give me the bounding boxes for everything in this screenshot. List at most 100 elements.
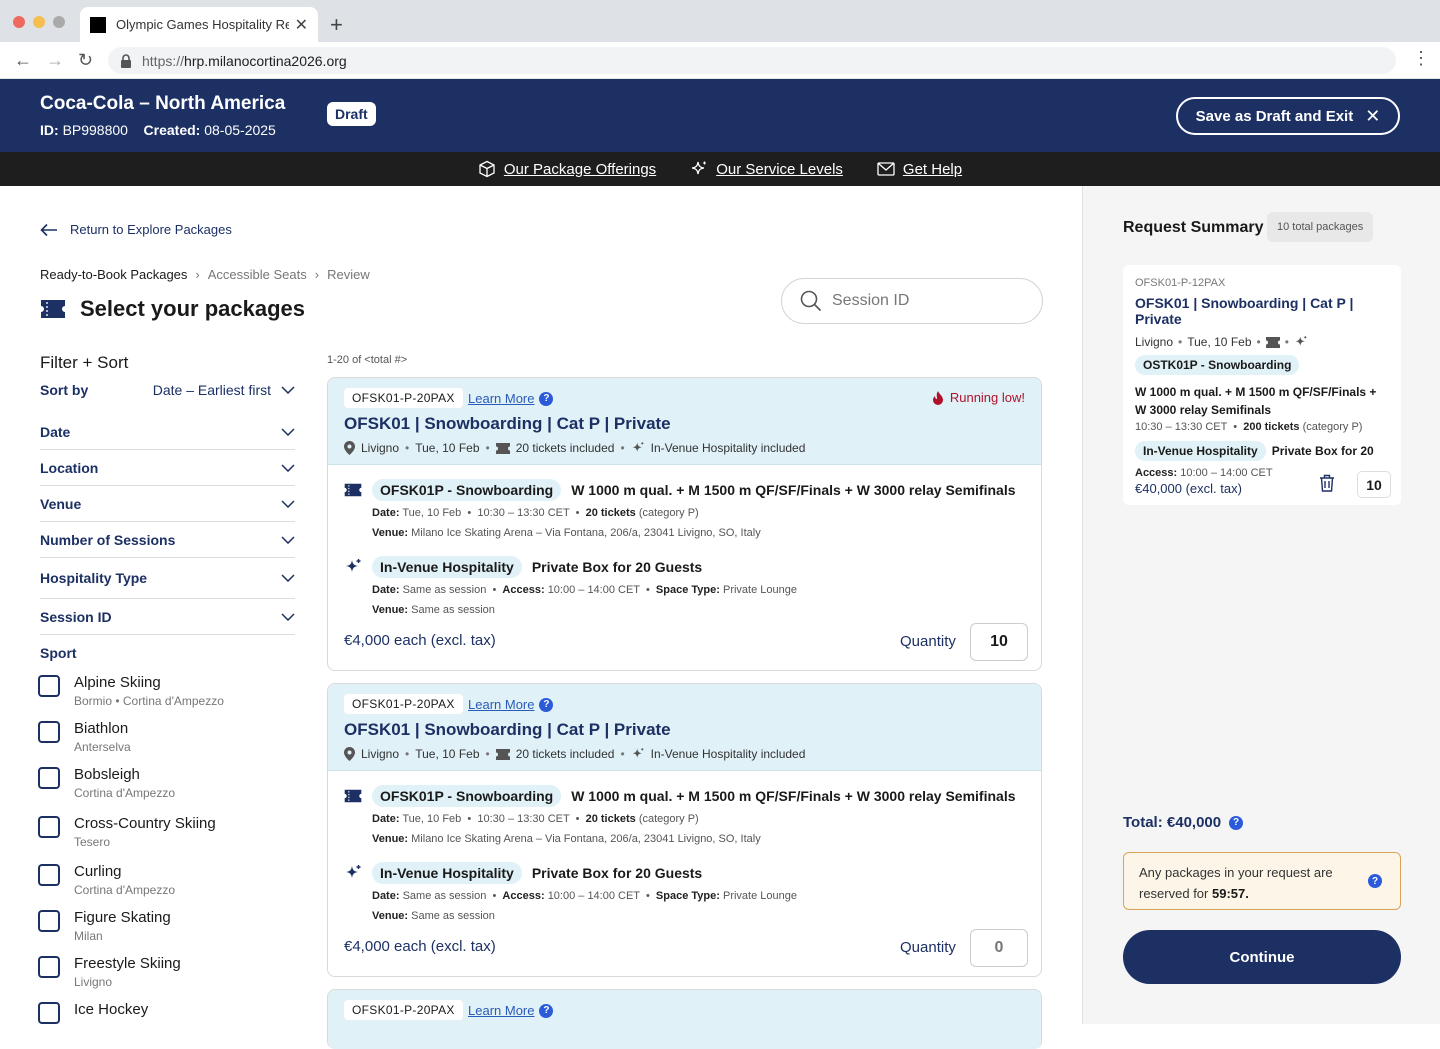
learn-more-link[interactable]: Learn More? bbox=[468, 697, 554, 712]
summary-category: (category P) bbox=[1302, 421, 1363, 433]
url-field[interactable]: https:// hrp.milanocortina2026.org bbox=[108, 47, 1396, 74]
nav-service-levels[interactable]: Our Service Levels bbox=[690, 160, 843, 178]
summary-item-title: OFSK01 | Snowboarding | Cat P | Private bbox=[1135, 295, 1354, 327]
sport-option[interactable]: Alpine Skiing Bormio • Cortina d'Ampezzo bbox=[38, 674, 224, 708]
search-input[interactable]: Session ID bbox=[781, 278, 1043, 324]
help-icon[interactable]: ? bbox=[1368, 874, 1382, 888]
help-icon[interactable]: ? bbox=[1229, 815, 1244, 830]
hospitality-details: Date: Same as session • Access: 10:00 – … bbox=[372, 584, 797, 596]
minimize-window-icon[interactable] bbox=[33, 16, 45, 28]
save-draft-exit-button[interactable]: Save as Draft and Exit ✕ bbox=[1176, 97, 1400, 135]
sport-option[interactable]: Figure Skating Milan bbox=[38, 909, 171, 943]
breadcrumb-item[interactable]: Review bbox=[327, 267, 370, 282]
hospitality-description: Private Box for 20 Guests bbox=[531, 559, 703, 575]
forward-arrow-icon[interactable]: → bbox=[46, 50, 64, 71]
flame-icon bbox=[932, 390, 943, 405]
chevron-down-icon bbox=[281, 386, 295, 394]
sort-label: Sort by bbox=[40, 382, 89, 398]
sport-option[interactable]: Ice Hockey bbox=[38, 1001, 148, 1024]
checkbox[interactable] bbox=[38, 816, 60, 838]
session-pill: OFSK01P - Snowboarding bbox=[372, 785, 562, 807]
nav-package-offerings[interactable]: Our Package Offerings bbox=[478, 160, 656, 178]
new-tab-icon[interactable]: + bbox=[330, 12, 343, 38]
sport-option[interactable]: Bobsleigh Cortina d'Ampezzo bbox=[38, 766, 175, 800]
page-title-text: Select your packages bbox=[80, 296, 306, 321]
venue-value: Milano Ice Skating Arena – Via Fontana, … bbox=[411, 527, 761, 539]
hospitality-pill: In-Venue Hospitality bbox=[372, 862, 522, 884]
total-packages-badge: 10 total packages bbox=[1267, 212, 1374, 242]
box-icon bbox=[479, 160, 495, 178]
nav-get-help[interactable]: Get Help bbox=[877, 161, 962, 178]
hospitality-date: Same as session bbox=[402, 890, 487, 902]
session-description: W 1000 m qual. + M 1500 m QF/SF/Finals +… bbox=[571, 788, 1016, 804]
back-arrow-icon[interactable]: ← bbox=[14, 50, 32, 71]
sparkle-icon bbox=[346, 865, 361, 878]
sport-option[interactable]: Curling Cortina d'Ampezzo bbox=[38, 863, 175, 897]
separator-dot: • bbox=[1256, 335, 1261, 349]
space-value: Private Lounge bbox=[722, 584, 797, 596]
session-date: Tue, 10 Feb bbox=[402, 507, 462, 519]
learn-more-label: Learn More bbox=[468, 697, 535, 712]
checkbox[interactable] bbox=[38, 864, 60, 886]
filter-hospitality-type[interactable]: Hospitality Type bbox=[40, 558, 295, 599]
continue-button[interactable]: Continue bbox=[1123, 930, 1401, 984]
return-link[interactable]: Return to Explore Packages bbox=[40, 222, 232, 237]
filter-date[interactable]: Date bbox=[40, 414, 295, 450]
quantity-input[interactable]: 10 bbox=[970, 623, 1028, 661]
breadcrumb-item[interactable]: Ready-to-Book Packages bbox=[40, 267, 187, 282]
reload-icon[interactable]: ↻ bbox=[78, 50, 93, 71]
summary-quantity[interactable]: 10 bbox=[1357, 471, 1391, 498]
summary-price: €40,000 (excl. tax) bbox=[1135, 481, 1242, 496]
checkbox[interactable] bbox=[38, 1002, 60, 1024]
sport-venues: Cortina d'Ampezzo bbox=[74, 883, 176, 897]
help-icon[interactable]: ? bbox=[539, 391, 554, 406]
return-label: Return to Explore Packages bbox=[70, 222, 232, 237]
checkbox[interactable] bbox=[38, 767, 60, 789]
session-tickets: 20 tickets bbox=[585, 813, 636, 825]
close-window-icon[interactable] bbox=[13, 16, 25, 28]
sport-venues: Anterselva bbox=[74, 740, 131, 754]
learn-more-link[interactable]: Learn More? bbox=[468, 1003, 554, 1018]
sport-name: Figure Skating bbox=[74, 909, 171, 926]
session-date: Tue, 10 Feb bbox=[402, 813, 462, 825]
checkbox[interactable] bbox=[38, 721, 60, 743]
separator-dot: • bbox=[620, 441, 625, 455]
reservation-notice: Any packages in your request are reserve… bbox=[1123, 852, 1401, 910]
package-card: OFSK01-P-20PAX Learn More? Running low! … bbox=[327, 377, 1042, 671]
checkbox[interactable] bbox=[38, 956, 60, 978]
filter-venue[interactable]: Venue bbox=[40, 486, 295, 522]
sort-dropdown[interactable]: Sort by Date – Earliest first bbox=[40, 382, 295, 398]
help-icon[interactable]: ? bbox=[539, 697, 554, 712]
sport-option[interactable]: Biathlon Anterselva bbox=[38, 720, 131, 754]
filter-session-id[interactable]: Session ID bbox=[40, 599, 295, 635]
browser-menu-icon[interactable]: ⋮ bbox=[1412, 48, 1430, 69]
filter-location[interactable]: Location bbox=[40, 450, 295, 486]
package-card-header: OFSK01-P-20PAX Learn More? bbox=[328, 990, 1041, 1049]
search-placeholder: Session ID bbox=[832, 292, 910, 309]
search-icon bbox=[800, 290, 822, 312]
quantity-input[interactable]: 0 bbox=[970, 929, 1028, 967]
location-pin-icon bbox=[344, 441, 355, 455]
sport-option[interactable]: Cross-Country Skiing Tesero bbox=[38, 815, 216, 849]
chevron-down-icon bbox=[281, 535, 295, 544]
maximize-window-icon[interactable] bbox=[53, 16, 65, 28]
help-icon[interactable]: ? bbox=[539, 1003, 554, 1018]
sport-option[interactable]: Freestyle Skiing Livigno bbox=[38, 955, 181, 989]
filter-number-of-sessions[interactable]: Number of Sessions bbox=[40, 522, 295, 558]
sport-name: Ice Hockey bbox=[74, 1001, 149, 1018]
status-badge: Draft bbox=[327, 102, 376, 126]
nav-label: Our Package Offerings bbox=[503, 160, 657, 178]
package-meta: Livigno • Tue, 10 Feb • 20 tickets include… bbox=[344, 747, 805, 761]
trash-icon[interactable] bbox=[1319, 474, 1335, 492]
session-venue: Venue: Milano Ice Skating Arena – Via Fo… bbox=[372, 833, 761, 845]
page-title: Select your packages bbox=[40, 296, 305, 322]
checkbox[interactable] bbox=[38, 910, 60, 932]
close-tab-icon[interactable]: ✕ bbox=[295, 15, 308, 35]
package-location: Livigno bbox=[361, 747, 400, 761]
summary-heading: Request Summary bbox=[1123, 219, 1264, 236]
checkbox[interactable] bbox=[38, 675, 60, 697]
learn-more-link[interactable]: Learn More? bbox=[468, 391, 554, 406]
browser-tab[interactable]: Olympic Games Hospitality Rec ✕ bbox=[80, 7, 318, 42]
breadcrumb-item[interactable]: Accessible Seats bbox=[208, 267, 307, 282]
sparkle-icon bbox=[1295, 336, 1307, 346]
